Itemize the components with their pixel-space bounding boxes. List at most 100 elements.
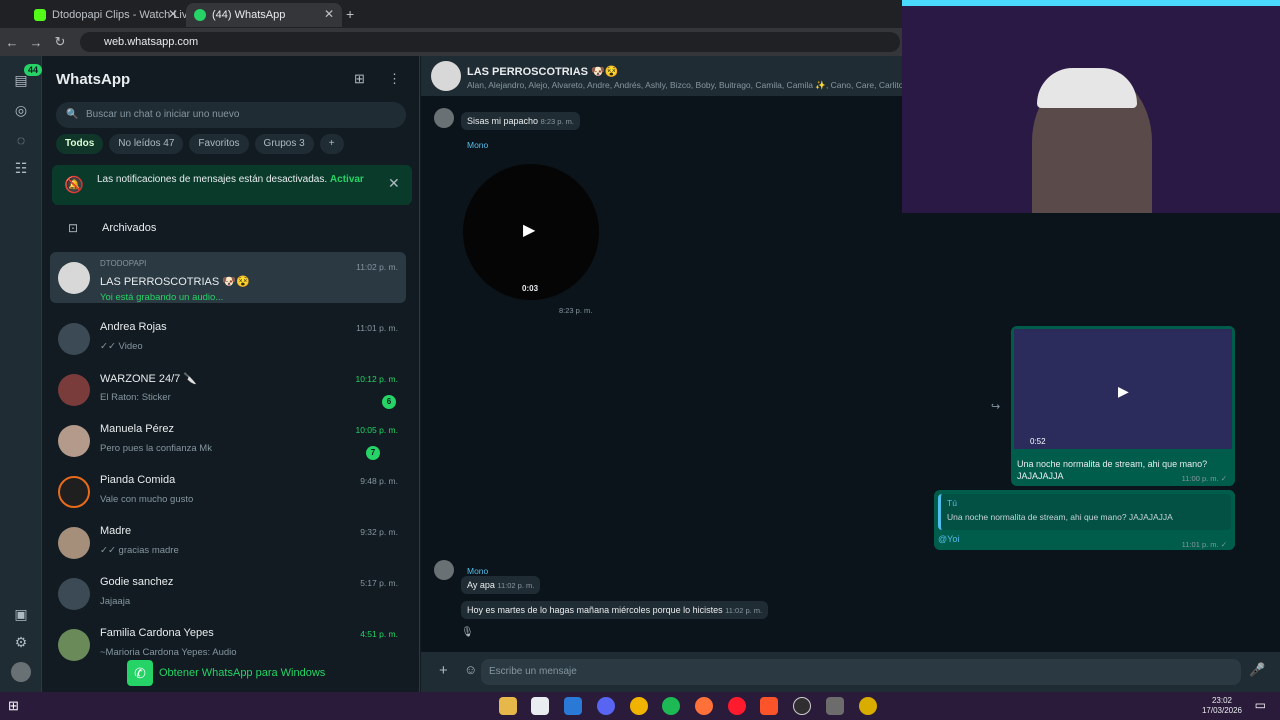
sender-avatar [434,108,454,128]
video-duration: 0:52 [1030,437,1046,446]
spotify-icon[interactable] [662,697,680,715]
file-explorer-icon[interactable] [499,697,517,715]
quote-sender: Tú [947,498,957,508]
chrome-icon[interactable] [630,697,648,715]
avatar [58,527,90,559]
message-time: 11:00 p. m. ✓ [1181,474,1227,483]
system-clock[interactable]: 23:02 17/03/2026 [1202,696,1242,716]
mail-icon[interactable] [564,697,582,715]
mention-text: @Yoi [938,534,960,544]
filter-groups[interactable]: Grupos 3 [254,134,314,154]
status-icon[interactable]: ◎ [11,100,31,120]
unread-badge: 44 [24,64,43,76]
chat-item-warzone[interactable]: WARZONE 24/7 🔪 El Raton: Sticker 10:12 p… [50,364,406,415]
settings-icon[interactable]: ⚙ [11,632,31,652]
attach-icon[interactable]: + [439,662,448,679]
quoted-message[interactable]: Tú Una noche normalita de stream, ahi qu… [938,494,1231,530]
channels-icon[interactable]: ◌ [11,130,31,150]
chat-preview: El Raton: Sticker [100,392,171,403]
opera-icon[interactable] [728,697,746,715]
windows-taskbar: ⊞ 23:02 17/03/2026 ▭ [0,692,1280,720]
store-icon[interactable] [531,697,549,715]
message-outgoing-reply[interactable]: Tú Una noche normalita de stream, ahi qu… [934,490,1235,550]
video-thumbnail[interactable]: ▶ 0:52 [1014,329,1232,449]
tab-dtodopapi[interactable]: Dtodopapi Clips - Watch Live o ✕ [26,3,186,27]
chat-name: Andrea Rojas [100,321,167,333]
forward-icon[interactable]: ↪ [991,400,1000,413]
new-tab-icon[interactable]: + [346,6,354,22]
filter-unread[interactable]: No leídos 47 [109,134,184,154]
close-tab-icon[interactable]: ✕ [324,7,334,21]
chat-preview: ✓✓ Video [100,341,143,352]
obs-icon[interactable] [793,697,811,715]
recording-mic-icon: 🎙 [461,627,474,638]
url-field[interactable]: web.whatsapp.com [80,32,900,52]
whatsapp-logo-icon: ✆ [127,660,153,686]
message-time: 8:23 p. m. [540,117,574,126]
chat-list-panel: WhatsApp ⊞ ⋮ 🔍 Buscar un chat o iniciar … [42,56,420,692]
emoji-icon[interactable]: ☺ [464,662,477,677]
chat-preview: ~Marioria Cardona Yepes: Audio [100,647,237,658]
play-icon[interactable]: ▶ [523,220,535,240]
webcam-cap [1037,68,1137,108]
profile-avatar[interactable] [11,662,31,682]
tab-whatsapp[interactable]: (44) WhatsApp ✕ [186,3,342,27]
windows-start-icon[interactable]: ⊞ [8,698,19,714]
filter-all[interactable]: Todos [56,134,104,154]
composer: + ☺ Escribe un mensaje 🎤 [421,652,1280,692]
archived-row[interactable]: ⊡ Archivados [56,216,406,240]
firefox-icon[interactable] [695,697,713,715]
app-title: WhatsApp [56,71,131,88]
mic-icon[interactable]: 🎤 [1249,662,1265,678]
chat-item-madre[interactable]: Madre ✓✓ gracias madre 9:32 p. m. [50,517,406,568]
chat-top-label: DTODOPAPI [100,259,147,268]
chat-preview: Pero pues la confianza Mk [100,443,212,454]
back-icon[interactable]: ← [0,35,24,50]
chat-name: Familia Cardona Yepes [100,627,214,639]
chat-item-godie[interactable]: Godie sanchez Jajaaja 5:17 p. m. [50,568,406,619]
message-outgoing-video[interactable]: ▶ 0:52 Una noche normalita de stream, ah… [1011,326,1235,486]
activate-link[interactable]: Activar [330,174,364,185]
message-incoming[interactable]: Hoy es martes de lo hagas mañana miércol… [461,601,769,619]
chat-time: 10:12 p. m. [355,374,398,384]
chat-item-andrea[interactable]: Andrea Rojas ✓✓ Video 11:01 p. m. [50,313,406,364]
close-icon[interactable]: ✕ [388,175,400,192]
chat-preview: Jajaaja [100,596,131,607]
communities-icon[interactable]: ☷ [11,158,31,178]
forward-icon[interactable]: → [24,35,48,50]
chat-item-perroscotrias[interactable]: DTODOPAPI LAS PERROSCOTRIAS 🐶😵 Yoi está … [50,252,406,303]
quote-text: Una noche normalita de stream, ahi que m… [947,512,1173,522]
group-name: LAS PERROSCOTRIAS 🐶😵 [467,66,619,78]
message-sender: Mono [467,566,489,576]
add-filter-icon[interactable]: + [319,134,344,154]
brave-icon[interactable] [760,697,778,715]
reload-icon[interactable]: ↻ [48,34,72,50]
chat-name: WARZONE 24/7 🔪 [100,373,198,385]
chat-item-manuela[interactable]: Manuela Pérez Pero pues la confianza Mk … [50,415,406,466]
video-note[interactable]: ▶ 0:03 [463,164,599,300]
discord-icon[interactable] [597,697,615,715]
menu-icon[interactable]: ⋮ [388,71,401,87]
search-input[interactable]: 🔍 Buscar un chat o iniciar uno nuevo [56,102,406,128]
notifications-banner: 🔕 Las notificaciones de mensajes están d… [52,165,412,205]
new-chat-icon[interactable]: ⊞ [354,71,365,87]
message-input[interactable]: Escribe un mensaje [481,659,1241,685]
settings-icon[interactable] [826,697,844,715]
archive-icon: ⊡ [68,221,79,235]
get-windows-app-link[interactable]: ✆ Obtener WhatsApp para Windows [127,660,325,686]
message-incoming[interactable]: Ay apa 11:02 p. m. [461,576,541,594]
chrome-active-icon[interactable] [859,697,877,715]
media-icon[interactable]: ▣ [11,604,31,624]
message-time: 11:02 p. m. [497,581,535,590]
archived-label: Archivados [102,222,157,234]
notifications-icon[interactable]: ▭ [1255,698,1266,712]
chat-time: 5:17 p. m. [360,578,398,588]
avatar [58,262,90,294]
close-tab-icon[interactable]: ✕ [168,7,178,21]
chat-item-pianda[interactable]: Pianda Comida Vale con mucho gusto 9:48 … [50,466,406,517]
message-incoming[interactable]: Sisas mi papacho 8:23 p. m. [461,112,580,130]
chat-name: Pianda Comida [100,474,176,486]
play-icon[interactable]: ▶ [1118,383,1129,400]
filter-favorites[interactable]: Favoritos [189,134,249,154]
chat-preview: ✓✓ gracias madre [100,545,179,556]
